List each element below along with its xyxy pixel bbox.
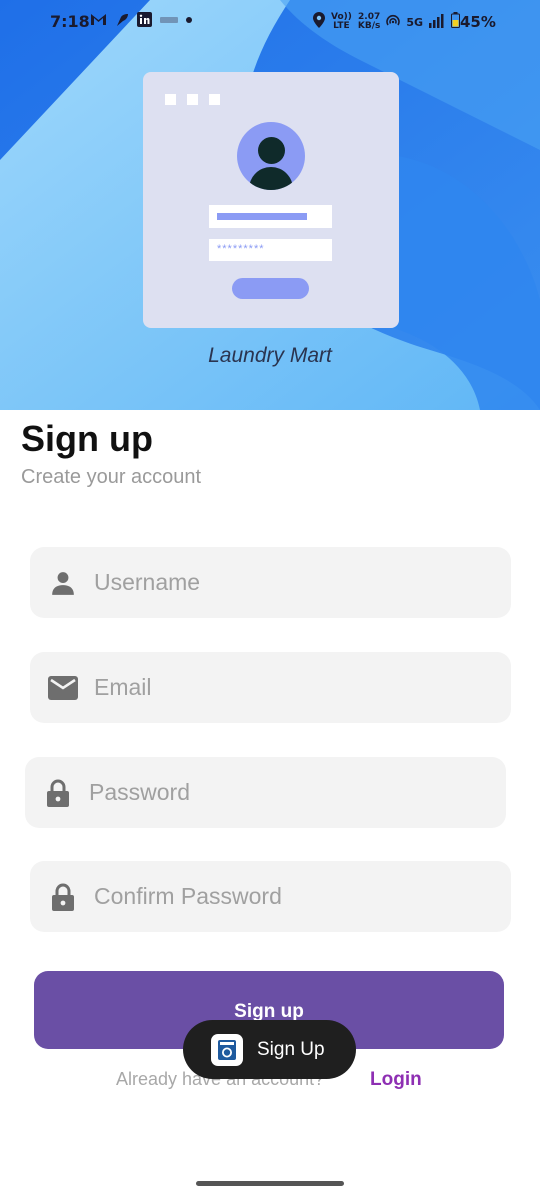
login-illustration: ********* [143, 72, 399, 328]
illustration-password-field: ********* [209, 239, 332, 261]
washing-machine-icon [211, 1033, 243, 1066]
window-dot [165, 94, 176, 105]
password-field[interactable] [25, 757, 506, 828]
status-time: 7:18 [50, 12, 90, 31]
hero-banner: 7:18 Vo)) LTE 2.07 KB/s 5G 45% *********… [0, 0, 540, 410]
system-icons: Vo)) LTE 2.07 KB/s 5G [313, 12, 461, 32]
confirm-password-field[interactable] [30, 861, 511, 932]
login-link[interactable]: Login [370, 1069, 422, 1091]
lock-icon [48, 882, 78, 912]
app-brand-name: Laundry Mart [208, 344, 332, 367]
avatar-body [249, 167, 293, 190]
battery-percentage: 45% [460, 13, 496, 31]
hotspot-icon [386, 13, 401, 32]
window-dot [209, 94, 220, 105]
notification-icons [90, 12, 192, 27]
signup-screen: 7:18 Vo)) LTE 2.07 KB/s 5G 45% *********… [0, 0, 540, 1200]
lock-icon [43, 778, 73, 808]
username-input[interactable] [94, 569, 474, 596]
email-field[interactable] [30, 652, 511, 723]
feather-icon [115, 13, 129, 27]
linkedin-icon [137, 12, 152, 27]
toast-message: Sign Up [183, 1020, 356, 1079]
gmail-icon [90, 13, 107, 26]
username-field[interactable] [30, 547, 511, 618]
avatar-illustration [237, 122, 305, 190]
location-icon [313, 12, 325, 32]
page-subtitle: Create your account [21, 466, 202, 488]
avatar-head [258, 137, 285, 164]
mail-icon [48, 673, 78, 703]
network-speed: 2.07 KB/s [358, 13, 380, 31]
network-type: 5G [406, 15, 424, 29]
more-notifications-dot [186, 16, 192, 23]
illustration-text-bar [217, 213, 307, 220]
illustration-username-field [209, 205, 332, 228]
window-dot [187, 94, 198, 105]
page-title: Sign up [21, 418, 153, 459]
password-input[interactable] [89, 779, 469, 806]
signal-icon [429, 13, 445, 32]
email-input[interactable] [94, 674, 474, 701]
network-speed-unit: KB/s [357, 21, 381, 31]
status-bar: 7:18 Vo)) LTE 2.07 KB/s 5G 45% [0, 0, 540, 44]
illustration-button [232, 278, 309, 299]
confirm-password-input[interactable] [94, 883, 474, 910]
volte-indicator: Vo)) LTE [331, 13, 352, 31]
user-icon [48, 568, 78, 598]
home-indicator[interactable] [196, 1181, 344, 1186]
lte-text: LTE [333, 21, 350, 31]
message-icon [160, 15, 178, 25]
battery-icon [451, 12, 461, 32]
toast-text: Sign Up [257, 1038, 325, 1060]
